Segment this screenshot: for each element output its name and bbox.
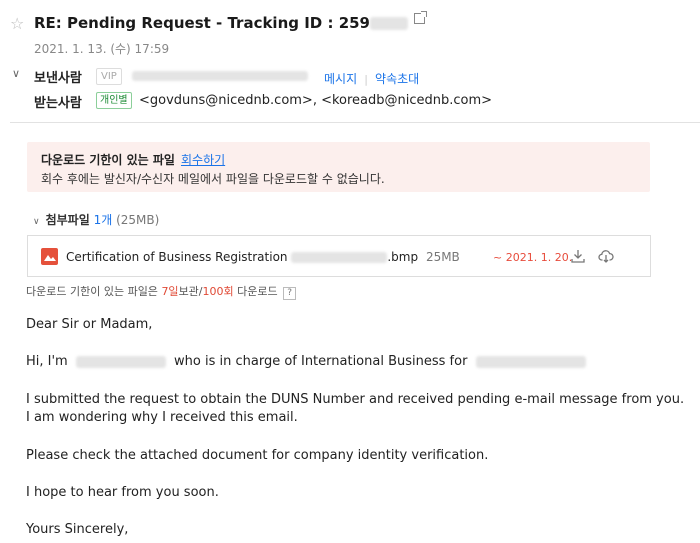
download-icon[interactable] [570, 248, 586, 264]
download-suffix: 다운로드 [237, 285, 278, 298]
header-divider [10, 122, 700, 123]
email-date: 2021. 1. 13. (수) 17:59 [34, 42, 170, 56]
notice-body: 회수 후에는 발신자/수신자 메일에서 파일을 다운로드할 수 없습니다. [41, 172, 385, 186]
body-line-3: Please check the attached document for c… [26, 448, 489, 463]
attachments-header[interactable]: ∨ 첨부파일 1개 (25MB) [33, 211, 159, 228]
download-deadline-notice: 다운로드 기한이 있는 파일 회수하기 회수 후에는 발신자/수신자 메일에서 파… [27, 142, 650, 192]
attachment-filename[interactable]: Certification of Business Registration .… [66, 250, 460, 264]
redacted-name [75, 355, 166, 368]
attachment-size: 25MB [425, 250, 460, 264]
notice-title: 다운로드 기한이 있는 파일 [41, 153, 175, 167]
attachment-expiry: ~ 2021. 1. 20. [493, 251, 573, 264]
attachments-label: 첨부파일 [45, 213, 90, 227]
body-line-4: I hope to hear from you soon. [26, 485, 219, 500]
body-line-2: I am wondering why I received this email… [26, 410, 298, 425]
body-intro: Hi, I'm who is in charge of Internationa… [26, 353, 586, 371]
redacted-tracking-id [370, 17, 408, 30]
sender-label: 보낸사람 [34, 71, 82, 86]
external-link-icon[interactable] [414, 11, 427, 24]
download-info-prefix: 다운로드 기한이 있는 파일은 [26, 285, 158, 298]
message-link[interactable]: 메시지 [324, 72, 357, 86]
retention-suffix: 보관/ [178, 285, 203, 298]
body-line-1: I submitted the request to obtain the DU… [26, 392, 685, 407]
chevron-down-icon[interactable]: ∨ [33, 217, 40, 227]
vip-badge[interactable]: VIP [96, 68, 122, 85]
schedule-invite-link[interactable]: 약속초대 [375, 72, 419, 86]
recall-link[interactable]: 회수하기 [181, 153, 225, 167]
redacted-sender-address [132, 71, 308, 81]
chevron-down-icon[interactable]: ∨ [12, 67, 20, 80]
download-limit: 100회 [202, 285, 234, 298]
body-greeting: Dear Sir or Madam, [26, 317, 153, 332]
redacted-filename [291, 252, 388, 263]
notice-title-row: 다운로드 기한이 있는 파일 회수하기 [41, 151, 225, 168]
sender-actions: 메시지 | 약속초대 [324, 68, 419, 87]
intro-prefix: Hi, I'm [26, 354, 68, 369]
individual-badge: 개인별 [96, 92, 132, 109]
retention-days: 7일 [161, 285, 179, 298]
redacted-company [475, 355, 586, 368]
filename-prefix: Certification of Business Registration [66, 250, 288, 264]
body-closing: Yours Sincerely, [26, 522, 129, 537]
recipient-addresses[interactable]: <govduns@nicednb.com>, <koreadb@nicednb.… [139, 93, 492, 108]
attachments-count: 1개 [93, 213, 113, 227]
subject-text: RE: Pending Request - Tracking ID : 259 [34, 14, 370, 32]
email-subject: RE: Pending Request - Tracking ID : 259 [34, 11, 427, 32]
star-icon[interactable]: ☆ [10, 16, 24, 32]
intro-middle: who is in charge of International Busine… [174, 354, 468, 369]
filename-extension: .bmp [387, 250, 419, 264]
attachment-item[interactable]: Certification of Business Registration .… [27, 235, 651, 277]
download-limit-info: 다운로드 기한이 있는 파일은 7일보관/100회 다운로드 ? [26, 283, 297, 300]
cloud-download-icon[interactable] [598, 248, 614, 264]
separator: | [364, 73, 368, 86]
help-icon[interactable]: ? [283, 287, 297, 300]
image-file-icon [41, 248, 58, 265]
recipients-label: 받는사람 [34, 96, 82, 111]
attachments-total-size: (25MB) [116, 213, 160, 227]
